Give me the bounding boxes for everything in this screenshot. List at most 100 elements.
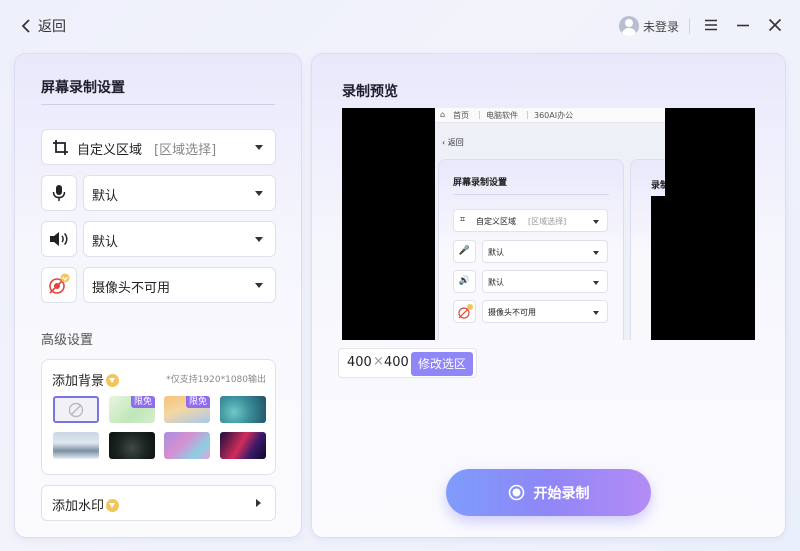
caret-down-icon [255,145,263,150]
preview-back: ‹ 返回 [442,137,464,148]
background-option-teal[interactable] [220,396,266,423]
caret-down-icon [255,191,263,196]
background-card: 添加背景 *仅支持1920*1080输出 限免 限免 [41,359,276,475]
caret-down-icon [255,283,263,288]
preview-chevron-left-icon: ‹ [442,138,446,147]
preview-mic-icon: 🎤 [453,240,476,263]
preview-nav-software: 电脑软件 [486,111,518,120]
camera-toggle[interactable] [41,267,77,303]
preview-caret-icon [593,220,599,224]
preview-settings-title: 屏幕录制设置 [453,178,508,188]
preview-nav: ⌂ 首页 | 电脑软件 | 360AI办公 [435,108,665,123]
preview-title: 录制预览 [342,84,398,100]
free-tag: 限免 [185,396,210,408]
background-option-neon[interactable] [220,432,266,459]
background-none-option[interactable] [53,396,99,423]
preview-mic-select: 默认 [482,240,608,263]
crop-icon [53,140,68,155]
size-height: 400 [384,355,409,370]
menu-icon [705,19,717,31]
speaker-select[interactable]: 默认 [83,221,276,257]
chevron-left-icon [21,19,30,33]
add-background-label: 添加背景 [52,370,120,389]
speaker-toggle[interactable] [41,221,77,257]
size-width: 400 [347,355,372,370]
preview-right-title: 录制 [651,181,665,191]
caret-right-icon [256,499,261,507]
preview-caret-icon [593,311,599,315]
preview-crop-icon: ⌗ [460,215,466,225]
size-times: × [373,354,384,369]
preview-region-label: 自定义区域 [476,217,516,226]
mic-value: 默认 [92,189,119,204]
preview-caret-icon [593,251,599,255]
preview-mic-value: 默认 [488,248,504,257]
login-label: 未登录 [643,19,680,34]
background-option-mountain[interactable] [53,432,99,459]
preview-nav-office: 360AI办公 [534,111,574,120]
preview-divider [453,194,609,195]
vip-crown-icon [106,499,120,512]
background-option-pastel[interactable] [164,432,210,459]
background-note: *仅支持1920*1080输出 [166,375,266,385]
preview-nav-sep: | [526,110,529,119]
recording-settings-panel: 屏幕录制设置 自定义区域 [区域选择] 默认 默认 摄像头不可用 高级设置 添加… [14,53,302,538]
region-select[interactable]: 自定义区域 [区域选择] [41,129,276,165]
region-hint: [区域选择] [154,143,217,158]
preview-mini-panel: 屏幕录制设置 ⌗ 自定义区域 [区域选择] 🎤 默认 🔊 默认 摄像头不可用 [438,159,624,340]
menu-button[interactable] [702,16,720,34]
start-recording-button[interactable]: 开始录制 [446,469,651,516]
preview-region-select: ⌗ 自定义区域 [区域选择] [453,209,608,232]
settings-title: 屏幕录制设置 [41,80,125,96]
preview-nav-sep: | [478,110,481,119]
avatar-icon [619,16,639,36]
preview-mask [651,196,665,340]
close-icon [768,18,782,32]
preview-screenshot: ⌂ 首页 | 电脑软件 | 360AI办公 ‹ 返回 屏幕录制设置 ⌗ 自定义区… [435,108,665,340]
caret-down-icon [255,237,263,242]
record-icon [508,484,524,501]
speaker-value: 默认 [92,235,119,250]
modify-selection-button[interactable]: 修改选区 [411,352,473,376]
preview-camera-value: 摄像头不可用 [488,308,536,317]
start-recording-label: 开始录制 [533,485,590,502]
mic-select[interactable]: 默认 [83,175,276,211]
advanced-settings-title: 高级设置 [41,333,94,348]
preview-nav-home: 首页 [453,111,469,120]
close-button[interactable] [766,16,784,34]
back-label: 返回 [38,19,66,35]
minimize-button[interactable] [734,16,752,34]
add-background-text: 添加背景 [52,374,105,389]
mic-toggle[interactable] [41,175,77,211]
preview-caret-icon [593,281,599,285]
camera-off-icon [49,273,70,294]
preview-camera-icon [453,300,476,323]
none-icon [68,402,84,418]
minimize-icon [737,24,749,27]
free-tag: 限免 [130,396,155,408]
vip-crown-icon [106,374,120,387]
microphone-icon [52,185,66,201]
preview-speaker-select: 默认 [482,270,608,293]
preview-area: ⌂ 首页 | 电脑软件 | 360AI办公 ‹ 返回 屏幕录制设置 ⌗ 自定义区… [342,108,755,340]
camera-select[interactable]: 摄像头不可用 [83,267,276,303]
background-option-dark[interactable] [109,432,155,459]
add-watermark-row[interactable]: 添加水印 [41,485,276,521]
preview-back-label: 返回 [447,138,464,147]
preview-speaker-value: 默认 [488,278,504,287]
preview-speaker-icon: 🔊 [453,270,476,293]
background-option-green[interactable]: 限免 [109,396,155,423]
title-bar: 返回 未登录 [0,0,800,52]
selection-size-box: 400 × 400 修改选区 [338,348,477,378]
speaker-icon [50,232,68,246]
region-label: 自定义区域 [77,143,143,158]
background-option-desert[interactable]: 限免 [164,396,210,423]
preview-home-icon: ⌂ [440,110,446,119]
settings-divider [41,104,275,105]
preview-region-hint: [区域选择] [528,217,567,226]
preview-camera-select: 摄像头不可用 [482,300,608,323]
login-button[interactable]: 未登录 [619,16,679,36]
titlebar-divider [689,18,690,34]
back-button[interactable]: 返回 [20,16,66,36]
add-watermark-label: 添加水印 [52,495,120,514]
